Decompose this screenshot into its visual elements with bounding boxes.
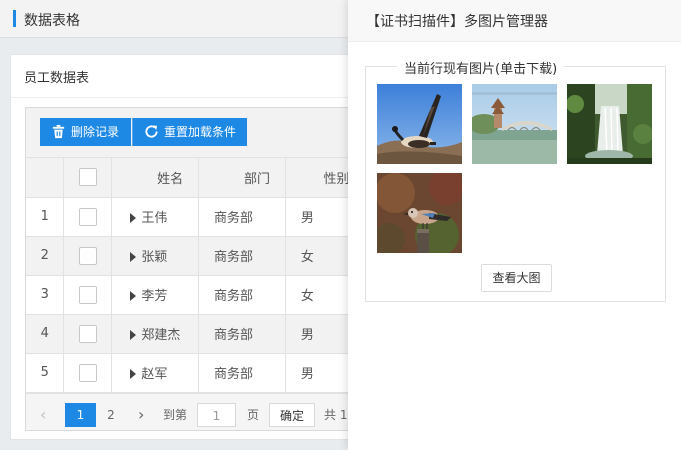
expand-arrow-icon[interactable] (130, 291, 137, 301)
page-2-button[interactable]: 2 (104, 403, 118, 427)
prev-page-button[interactable]: ‹ (40, 403, 54, 427)
select-all-header (63, 158, 113, 198)
employee-table: 姓名 部门 性别 1 王伟 商务部 男 2 张颖 商务部 女 3 李芳 商务部 … (26, 158, 364, 393)
grid-toolbar: 删除记录 重置加载条件 (26, 108, 364, 158)
page-title: 数据表格 (24, 13, 80, 29)
row-number: 4 (26, 314, 65, 354)
image-thumbnail-waterfall[interactable] (567, 84, 652, 164)
name-cell[interactable]: 李芳 (111, 275, 200, 315)
employee-name: 李芳 (141, 289, 168, 304)
expand-arrow-icon[interactable] (130, 330, 137, 340)
bird-on-post-photo (377, 173, 462, 253)
row-checkbox[interactable] (78, 324, 97, 343)
row-checkbox-cell (63, 353, 113, 393)
delete-record-label: 删除记录 (71, 125, 120, 139)
name-cell[interactable]: 赵军 (111, 353, 200, 393)
header-accent-bar (13, 10, 16, 27)
image-fieldset: 当前行现有图片(单击下载) 查看大图 (365, 58, 666, 302)
image-thumbnail-goose[interactable] (377, 84, 462, 164)
table-header-row: 姓名 部门 性别 (26, 158, 364, 198)
next-page-button[interactable]: › (138, 403, 152, 427)
image-thumbnail-pagoda[interactable] (472, 84, 557, 164)
refresh-icon (145, 125, 158, 138)
table-row[interactable]: 1 王伟 商务部 男 (26, 197, 364, 237)
row-number-header (26, 158, 65, 198)
reset-load-label: 重置加载条件 (164, 125, 237, 139)
dept-cell: 商务部 (198, 197, 286, 237)
table-row[interactable]: 4 郑建杰 商务部 男 (26, 314, 364, 354)
goose-photo (377, 84, 462, 164)
dept-cell: 商务部 (198, 236, 286, 276)
employee-name: 张颖 (141, 250, 168, 265)
employee-name: 赵军 (141, 367, 168, 382)
expand-arrow-icon[interactable] (130, 369, 137, 379)
expand-arrow-icon[interactable] (130, 252, 137, 262)
employee-grid: 删除记录 重置加载条件 姓名 部门 性别 1 王伟 商务部 男 2 张颖 商务部… (25, 107, 365, 431)
page-unit-label: 页 (247, 408, 260, 422)
employee-name: 王伟 (141, 211, 168, 226)
column-header-dept[interactable]: 部门 (198, 158, 286, 198)
row-checkbox[interactable] (78, 207, 97, 226)
image-thumbnail-bird[interactable] (377, 173, 462, 253)
pagoda-bridge-photo (472, 84, 557, 164)
dept-cell: 商务部 (198, 314, 286, 354)
dept-cell: 商务部 (198, 275, 286, 315)
row-checkbox-cell (63, 197, 113, 237)
pagination: ‹ 1 2 › 到第 1 页 确定 共 1( (26, 393, 364, 430)
card-title: 员工数据表 (24, 71, 90, 86)
row-number: 3 (26, 275, 65, 315)
image-manager-panel: 【证书扫描件】多图片管理器 当前行现有图片(单击下载) 查看大图 (348, 0, 681, 450)
name-cell[interactable]: 王伟 (111, 197, 200, 237)
reset-load-button[interactable]: 重置加载条件 (132, 118, 247, 146)
view-large-image-button[interactable]: 查看大图 (481, 264, 552, 292)
table-row[interactable]: 3 李芳 商务部 女 (26, 275, 364, 315)
trash-icon (52, 124, 65, 139)
name-cell[interactable]: 郑建杰 (111, 314, 200, 354)
row-number: 1 (26, 197, 65, 237)
table-row[interactable]: 2 张颖 商务部 女 (26, 236, 364, 276)
goto-page-input[interactable]: 1 (197, 403, 236, 427)
row-checkbox-cell (63, 236, 113, 276)
row-checkbox[interactable] (78, 285, 97, 304)
row-checkbox[interactable] (78, 246, 97, 265)
dept-cell: 商务部 (198, 353, 286, 393)
image-fieldset-legend: 当前行现有图片(单击下载) (397, 58, 565, 77)
goto-confirm-button[interactable]: 确定 (269, 403, 315, 427)
row-number: 5 (26, 353, 65, 393)
row-number: 2 (26, 236, 65, 276)
row-checkbox-cell (63, 275, 113, 315)
column-header-name[interactable]: 姓名 (111, 158, 200, 198)
delete-record-button[interactable]: 删除记录 (40, 118, 131, 146)
table-row[interactable]: 5 赵军 商务部 男 (26, 353, 364, 393)
page-1-button[interactable]: 1 (65, 403, 96, 427)
waterfall-photo (567, 84, 652, 164)
row-checkbox[interactable] (78, 363, 97, 382)
name-cell[interactable]: 张颖 (111, 236, 200, 276)
row-checkbox-cell (63, 314, 113, 354)
panel-header: 【证书扫描件】多图片管理器 (348, 0, 681, 42)
employee-name: 郑建杰 (141, 328, 181, 343)
select-all-checkbox[interactable] (78, 168, 97, 187)
goto-label: 到第 (163, 408, 188, 422)
panel-title: 【证书扫描件】多图片管理器 (366, 14, 548, 30)
expand-arrow-icon[interactable] (130, 213, 137, 223)
